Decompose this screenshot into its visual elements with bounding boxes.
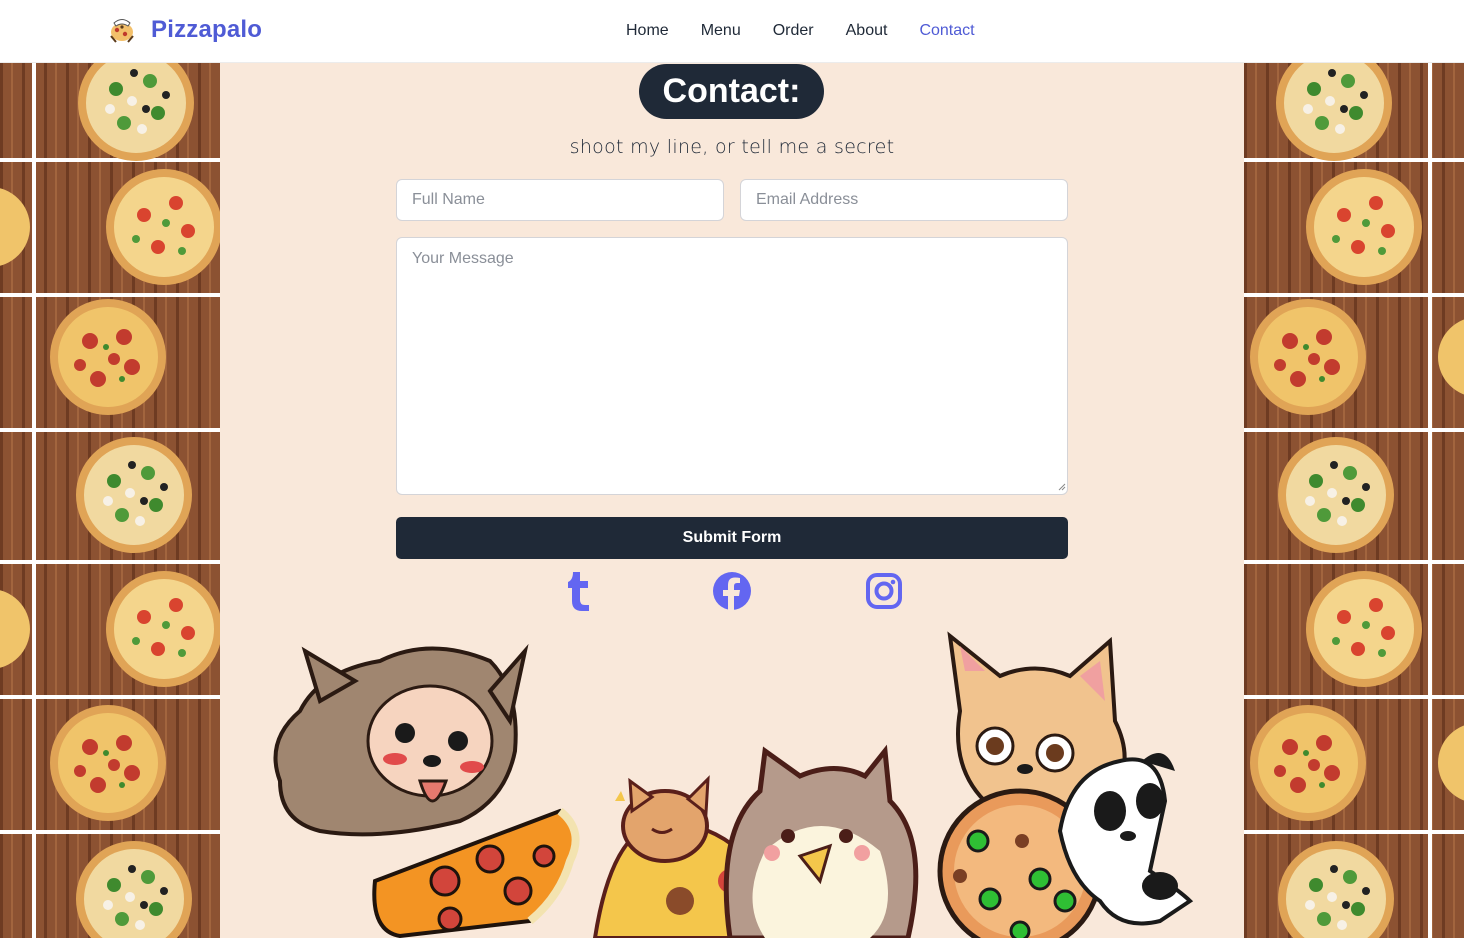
tumblr-icon <box>568 572 589 611</box>
contact-heading: Contact: <box>662 72 801 110</box>
pets-eating-pizza-illustration <box>273 631 1194 938</box>
contact-heading-pill: Contact: <box>639 64 824 119</box>
long-haired-dog-drawing <box>273 643 529 837</box>
facebook-link[interactable] <box>710 570 754 612</box>
message-textarea[interactable] <box>396 237 1068 495</box>
pizza-background-right <box>1244 63 1464 938</box>
navbar: Pizzapalo Home Menu Order About Contact <box>0 0 1464 63</box>
instagram-link[interactable] <box>862 570 906 612</box>
facebook-icon <box>713 572 751 610</box>
contact-section: Contact: shoot my line, or tell me a sec… <box>220 63 1244 938</box>
brand[interactable]: Pizzapalo <box>106 12 262 48</box>
chubby-cat-drawing <box>723 744 919 938</box>
contact-subtitle: shoot my line, or tell me a secret <box>569 136 895 158</box>
submit-form-button[interactable]: Submit Form <box>396 517 1068 559</box>
full-name-input[interactable] <box>396 179 724 221</box>
nav-links: Home Menu Order About Contact <box>626 20 1007 42</box>
pizza-tiles-right <box>1244 63 1464 938</box>
nav-home[interactable]: Home <box>626 20 669 42</box>
instagram-icon <box>866 573 902 609</box>
pizza-background-left <box>0 63 220 938</box>
resize-handle-icon[interactable] <box>1056 481 1066 491</box>
brand-name: Pizzapalo <box>151 16 263 43</box>
nav-contact[interactable]: Contact <box>919 20 974 42</box>
nav-order[interactable]: Order <box>773 20 814 42</box>
pizza-tiles-left <box>0 63 220 938</box>
nav-about[interactable]: About <box>846 20 888 42</box>
pizza-chef-logo-icon <box>110 19 134 43</box>
nav-menu[interactable]: Menu <box>701 20 741 42</box>
tumblr-link[interactable] <box>560 570 600 612</box>
email-input[interactable] <box>740 179 1068 221</box>
